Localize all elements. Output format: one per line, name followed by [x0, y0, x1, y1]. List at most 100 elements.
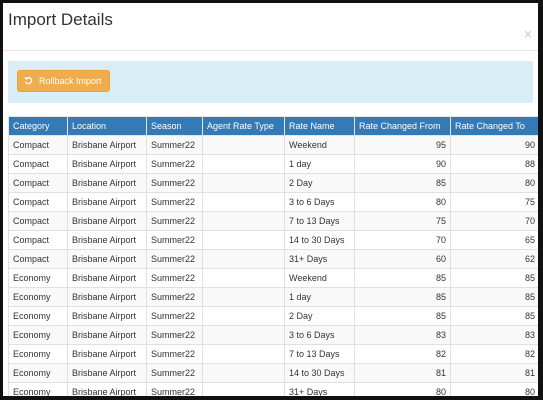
- cell-category: Economy: [8, 325, 68, 345]
- cell-rate-changed-to: 62: [450, 249, 538, 269]
- cell-agent-rate-type: [202, 192, 285, 212]
- cell-location: Brisbane Airport: [67, 287, 147, 307]
- cell-rate-changed-to: 65: [450, 230, 538, 250]
- cell-season: Summer22: [146, 325, 203, 345]
- cell-rate-changed-from: 90: [354, 154, 451, 174]
- cell-rate-changed-to: 85: [450, 268, 538, 288]
- cell-rate-changed-from: 85: [354, 306, 451, 326]
- cell-location: Brisbane Airport: [67, 230, 147, 250]
- cell-rate-name: 7 to 13 Days: [284, 211, 355, 231]
- cell-rate-changed-from: 82: [354, 344, 451, 364]
- cell-rate-changed-from: 85: [354, 173, 451, 193]
- modal-header: Import Details ×: [3, 3, 538, 51]
- cell-rate-changed-to: 80: [450, 382, 538, 396]
- cell-season: Summer22: [146, 268, 203, 288]
- table-row: Economy Brisbane Airport Summer22 1 day 85 85: [8, 287, 538, 307]
- cell-rate-changed-to: 82: [450, 344, 538, 364]
- cell-season: Summer22: [146, 306, 203, 326]
- cell-rate-changed-to: 80: [450, 173, 538, 193]
- table-row: Compact Brisbane Airport Summer22 1 day 90 88: [8, 154, 538, 174]
- cell-agent-rate-type: [202, 249, 285, 269]
- cell-rate-name: 14 to 30 Days: [284, 363, 355, 383]
- column-header-rate-name[interactable]: Rate Name: [284, 116, 355, 136]
- cell-agent-rate-type: [202, 154, 285, 174]
- table-row: Compact Brisbane Airport Summer22 Weekend 95…: [8, 135, 538, 155]
- cell-agent-rate-type: [202, 173, 285, 193]
- column-header-rate-changed-to[interactable]: Rate Changed To: [450, 116, 538, 136]
- cell-rate-changed-to: 85: [450, 306, 538, 326]
- cell-location: Brisbane Airport: [67, 154, 147, 174]
- cell-rate-changed-from: 80: [354, 382, 451, 396]
- table-body: Compact Brisbane Airport Summer22 Weekend 95…: [8, 135, 538, 396]
- cell-rate-changed-to: 81: [450, 363, 538, 383]
- cell-rate-name: 1 day: [284, 154, 355, 174]
- rollback-import-button[interactable]: Rollback Import: [17, 70, 110, 92]
- cell-rate-changed-from: 81: [354, 363, 451, 383]
- cell-location: Brisbane Airport: [67, 249, 147, 269]
- cell-rate-changed-to: 83: [450, 325, 538, 345]
- cell-category: Compact: [8, 154, 68, 174]
- cell-location: Brisbane Airport: [67, 192, 147, 212]
- cell-agent-rate-type: [202, 135, 285, 155]
- cell-rate-changed-from: 85: [354, 287, 451, 307]
- cell-category: Economy: [8, 344, 68, 364]
- cell-rate-changed-from: 85: [354, 268, 451, 288]
- column-header-location[interactable]: Location: [67, 116, 147, 136]
- cell-category: Compact: [8, 249, 68, 269]
- table-row: Compact Brisbane Airport Summer22 2 Day 85 80: [8, 173, 538, 193]
- cell-category: Compact: [8, 173, 68, 193]
- table-row: Compact Brisbane Airport Summer22 3 to 6 Da…: [8, 192, 538, 212]
- cell-season: Summer22: [146, 192, 203, 212]
- cell-rate-changed-to: 85: [450, 287, 538, 307]
- rollback-import-label: Rollback Import: [39, 76, 102, 86]
- cell-location: Brisbane Airport: [67, 211, 147, 231]
- cell-season: Summer22: [146, 135, 203, 155]
- column-header-rate-changed-from[interactable]: Rate Changed From: [354, 116, 451, 136]
- cell-category: Economy: [8, 287, 68, 307]
- cell-category: Economy: [8, 268, 68, 288]
- cell-category: Compact: [8, 192, 68, 212]
- cell-season: Summer22: [146, 230, 203, 250]
- cell-location: Brisbane Airport: [67, 173, 147, 193]
- cell-rate-name: 1 day: [284, 287, 355, 307]
- cell-rate-name: 14 to 30 Days: [284, 230, 355, 250]
- cell-season: Summer22: [146, 287, 203, 307]
- cell-rate-changed-to: 75: [450, 192, 538, 212]
- column-header-season[interactable]: Season: [146, 116, 203, 136]
- table-row: Economy Brisbane Airport Summer22 3 to 6 Da…: [8, 325, 538, 345]
- cell-rate-changed-from: 70: [354, 230, 451, 250]
- cell-agent-rate-type: [202, 382, 285, 396]
- cell-category: Economy: [8, 363, 68, 383]
- cell-location: Brisbane Airport: [67, 344, 147, 364]
- cell-rate-name: 3 to 6 Days: [284, 325, 355, 345]
- column-header-agent-rate-type[interactable]: Agent Rate Type: [202, 116, 285, 136]
- cell-location: Brisbane Airport: [67, 325, 147, 345]
- cell-location: Brisbane Airport: [67, 382, 147, 396]
- cell-rate-changed-to: 90: [450, 135, 538, 155]
- cell-season: Summer22: [146, 154, 203, 174]
- column-header-category[interactable]: Category: [8, 116, 68, 136]
- close-icon[interactable]: ×: [523, 27, 533, 41]
- cell-rate-changed-from: 80: [354, 192, 451, 212]
- cell-season: Summer22: [146, 211, 203, 231]
- cell-location: Brisbane Airport: [67, 268, 147, 288]
- toolbar: Rollback Import: [8, 61, 533, 103]
- cell-rate-name: 31+ Days: [284, 382, 355, 396]
- cell-agent-rate-type: [202, 344, 285, 364]
- table-row: Economy Brisbane Airport Summer22 2 Day 85 85: [8, 306, 538, 326]
- cell-season: Summer22: [146, 344, 203, 364]
- table-row: Economy Brisbane Airport Summer22 Weekend 85…: [8, 268, 538, 288]
- cell-agent-rate-type: [202, 325, 285, 345]
- table-row: Economy Brisbane Airport Summer22 31+ Days 8…: [8, 382, 538, 396]
- cell-rate-changed-from: 75: [354, 211, 451, 231]
- cell-category: Economy: [8, 382, 68, 396]
- cell-rate-changed-from: 83: [354, 325, 451, 345]
- table-row: Economy Brisbane Airport Summer22 14 to 30 …: [8, 363, 538, 383]
- cell-rate-name: 3 to 6 Days: [284, 192, 355, 212]
- cell-rate-name: Weekend: [284, 268, 355, 288]
- undo-icon: [24, 76, 33, 87]
- cell-rate-name: 2 Day: [284, 306, 355, 326]
- cell-season: Summer22: [146, 173, 203, 193]
- cell-category: Compact: [8, 211, 68, 231]
- cell-category: Compact: [8, 135, 68, 155]
